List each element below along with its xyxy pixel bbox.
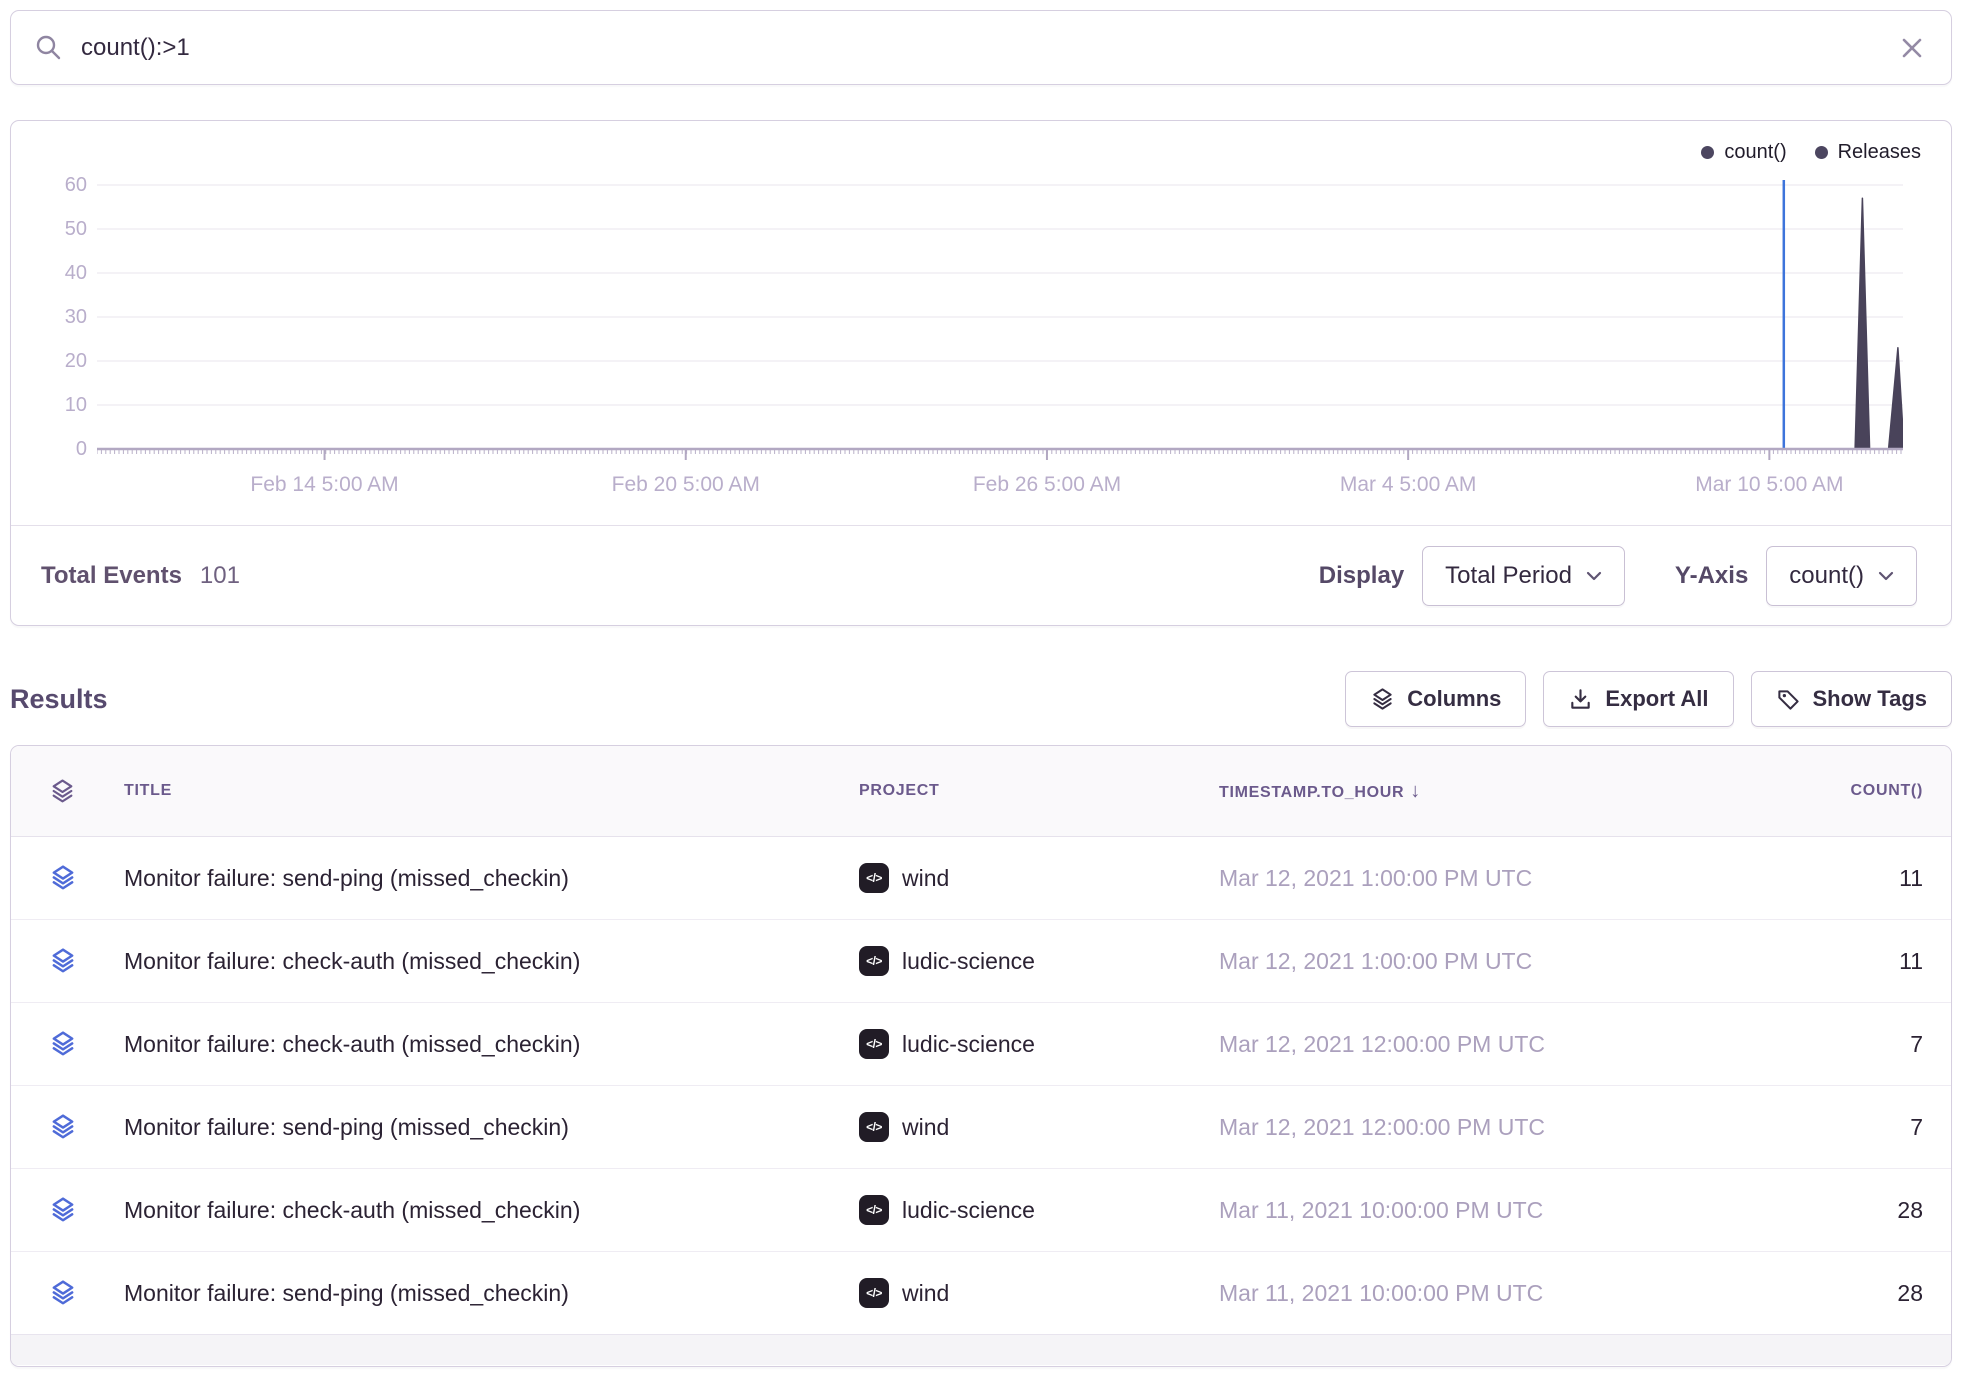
x-axis-tick-label: Feb 14 5:00 AM <box>250 473 398 497</box>
total-events-value: 101 <box>200 562 240 590</box>
layers-icon <box>49 1279 77 1307</box>
layers-icon[interactable] <box>49 778 76 805</box>
platform-code-icon: </> <box>859 1112 889 1142</box>
layers-icon <box>49 947 77 975</box>
platform-code-icon: </> <box>859 1278 889 1308</box>
search-bar <box>10 10 1952 85</box>
project-cell: </> ludic-science <box>859 1195 1209 1225</box>
project-cell: </> ludic-science <box>859 1029 1209 1059</box>
layers-icon <box>49 1113 77 1141</box>
layers-icon <box>49 1030 77 1058</box>
table-row[interactable]: Monitor failure: check-auth (missed_chec… <box>11 920 1951 1003</box>
platform-code-icon: </> <box>859 863 889 893</box>
timestamp-cell: Mar 12, 2021 1:00:00 PM UTC <box>1209 865 1761 892</box>
columns-button[interactable]: Columns <box>1345 671 1526 727</box>
x-axis-labels: Feb 14 5:00 AM Feb 20 5:00 AM Feb 26 5:00 … <box>97 473 1903 503</box>
results-table: TITLE PROJECT TIMESTAMP.TO_HOUR↓ COUNT()… <box>10 745 1952 1367</box>
event-title-link[interactable]: Monitor failure: send-ping (missed_check… <box>114 865 859 892</box>
search-icon <box>35 34 62 61</box>
y-axis-labels: 0 10 20 30 40 50 60 <box>11 146 87 460</box>
event-title-link[interactable]: Monitor failure: check-auth (missed_chec… <box>114 948 859 975</box>
y-axis-tick-label: 50 <box>11 218 87 241</box>
event-title-link[interactable]: Monitor failure: send-ping (missed_check… <box>114 1280 859 1307</box>
results-title: Results <box>10 684 108 715</box>
project-cell: </> wind <box>859 863 1209 893</box>
y-axis-tick-label: 10 <box>11 394 87 417</box>
table-row[interactable]: Monitor failure: send-ping (missed_check… <box>11 1252 1951 1335</box>
layers-icon <box>49 1196 77 1224</box>
timestamp-cell: Mar 11, 2021 10:00:00 PM UTC <box>1209 1197 1761 1224</box>
chevron-down-icon <box>1586 571 1602 581</box>
x-axis-tick-label: Feb 20 5:00 AM <box>612 473 760 497</box>
project-cell: </> ludic-science <box>859 946 1209 976</box>
project-cell: </> wind <box>859 1112 1209 1142</box>
x-axis-tick-label: Mar 4 5:00 AM <box>1340 473 1477 497</box>
count-cell: 7 <box>1761 1114 1951 1141</box>
chart-footer: Total Events 101 Display Total Period Y-… <box>11 525 1951 625</box>
y-axis-dropdown[interactable]: count() <box>1766 546 1917 606</box>
y-axis-tick-label: 30 <box>11 306 87 329</box>
tag-icon <box>1776 687 1801 712</box>
column-header-timestamp[interactable]: TIMESTAMP.TO_HOUR↓ <box>1209 780 1761 803</box>
column-header-project[interactable]: PROJECT <box>859 782 1209 800</box>
count-cell: 11 <box>1761 865 1951 892</box>
event-title-link[interactable]: Monitor failure: check-auth (missed_chec… <box>114 1031 859 1058</box>
event-title-link[interactable]: Monitor failure: send-ping (missed_check… <box>114 1114 859 1141</box>
layers-icon <box>1370 687 1395 712</box>
display-dropdown[interactable]: Total Period <box>1422 546 1625 606</box>
show-tags-button[interactable]: Show Tags <box>1751 671 1953 727</box>
y-axis-tick-label: 40 <box>11 262 87 285</box>
table-footer-strip <box>11 1334 1951 1365</box>
event-title-link[interactable]: Monitor failure: check-auth (missed_chec… <box>114 1197 859 1224</box>
search-input[interactable] <box>79 33 1899 63</box>
y-axis-tick-label: 0 <box>11 438 87 461</box>
column-header-title[interactable]: TITLE <box>114 782 859 800</box>
count-cell: 7 <box>1761 1031 1951 1058</box>
download-icon <box>1568 687 1593 712</box>
events-over-time-chart[interactable] <box>97 146 1903 462</box>
events-chart-card: count() Releases 0102030405060 Feb 14 5:… <box>10 120 1952 626</box>
table-row[interactable]: Monitor failure: check-auth (missed_chec… <box>11 1169 1951 1252</box>
y-axis-label: Y-Axis <box>1675 562 1748 590</box>
table-row[interactable]: Monitor failure: check-auth (missed_chec… <box>11 1003 1951 1086</box>
chevron-down-icon <box>1878 571 1894 581</box>
y-axis-tick-label: 60 <box>11 174 87 197</box>
column-header-count[interactable]: COUNT() <box>1761 782 1951 800</box>
platform-code-icon: </> <box>859 1195 889 1225</box>
timestamp-cell: Mar 12, 2021 12:00:00 PM UTC <box>1209 1031 1761 1058</box>
count-cell: 11 <box>1761 948 1951 975</box>
table-row[interactable]: Monitor failure: send-ping (missed_check… <box>11 837 1951 920</box>
sort-desc-icon: ↓ <box>1410 780 1421 802</box>
count-cell: 28 <box>1761 1280 1951 1307</box>
table-row[interactable]: Monitor failure: send-ping (missed_check… <box>11 1086 1951 1169</box>
x-axis-tick-label: Mar 10 5:00 AM <box>1695 473 1843 497</box>
count-cell: 28 <box>1761 1197 1951 1224</box>
timestamp-cell: Mar 12, 2021 1:00:00 PM UTC <box>1209 948 1761 975</box>
project-cell: </> wind <box>859 1278 1209 1308</box>
y-axis-tick-label: 20 <box>11 350 87 373</box>
table-header-row: TITLE PROJECT TIMESTAMP.TO_HOUR↓ COUNT() <box>11 746 1951 837</box>
total-events-label: Total Events <box>41 562 182 590</box>
close-icon[interactable] <box>1899 35 1925 61</box>
display-label: Display <box>1319 562 1404 590</box>
timestamp-cell: Mar 12, 2021 12:00:00 PM UTC <box>1209 1114 1761 1141</box>
x-axis-tick-label: Feb 26 5:00 AM <box>973 473 1121 497</box>
export-all-button[interactable]: Export All <box>1543 671 1733 727</box>
platform-code-icon: </> <box>859 946 889 976</box>
layers-icon <box>49 864 77 892</box>
timestamp-cell: Mar 11, 2021 10:00:00 PM UTC <box>1209 1280 1761 1307</box>
platform-code-icon: </> <box>859 1029 889 1059</box>
results-bar: Results Columns Export All Show Tags <box>10 669 1952 729</box>
